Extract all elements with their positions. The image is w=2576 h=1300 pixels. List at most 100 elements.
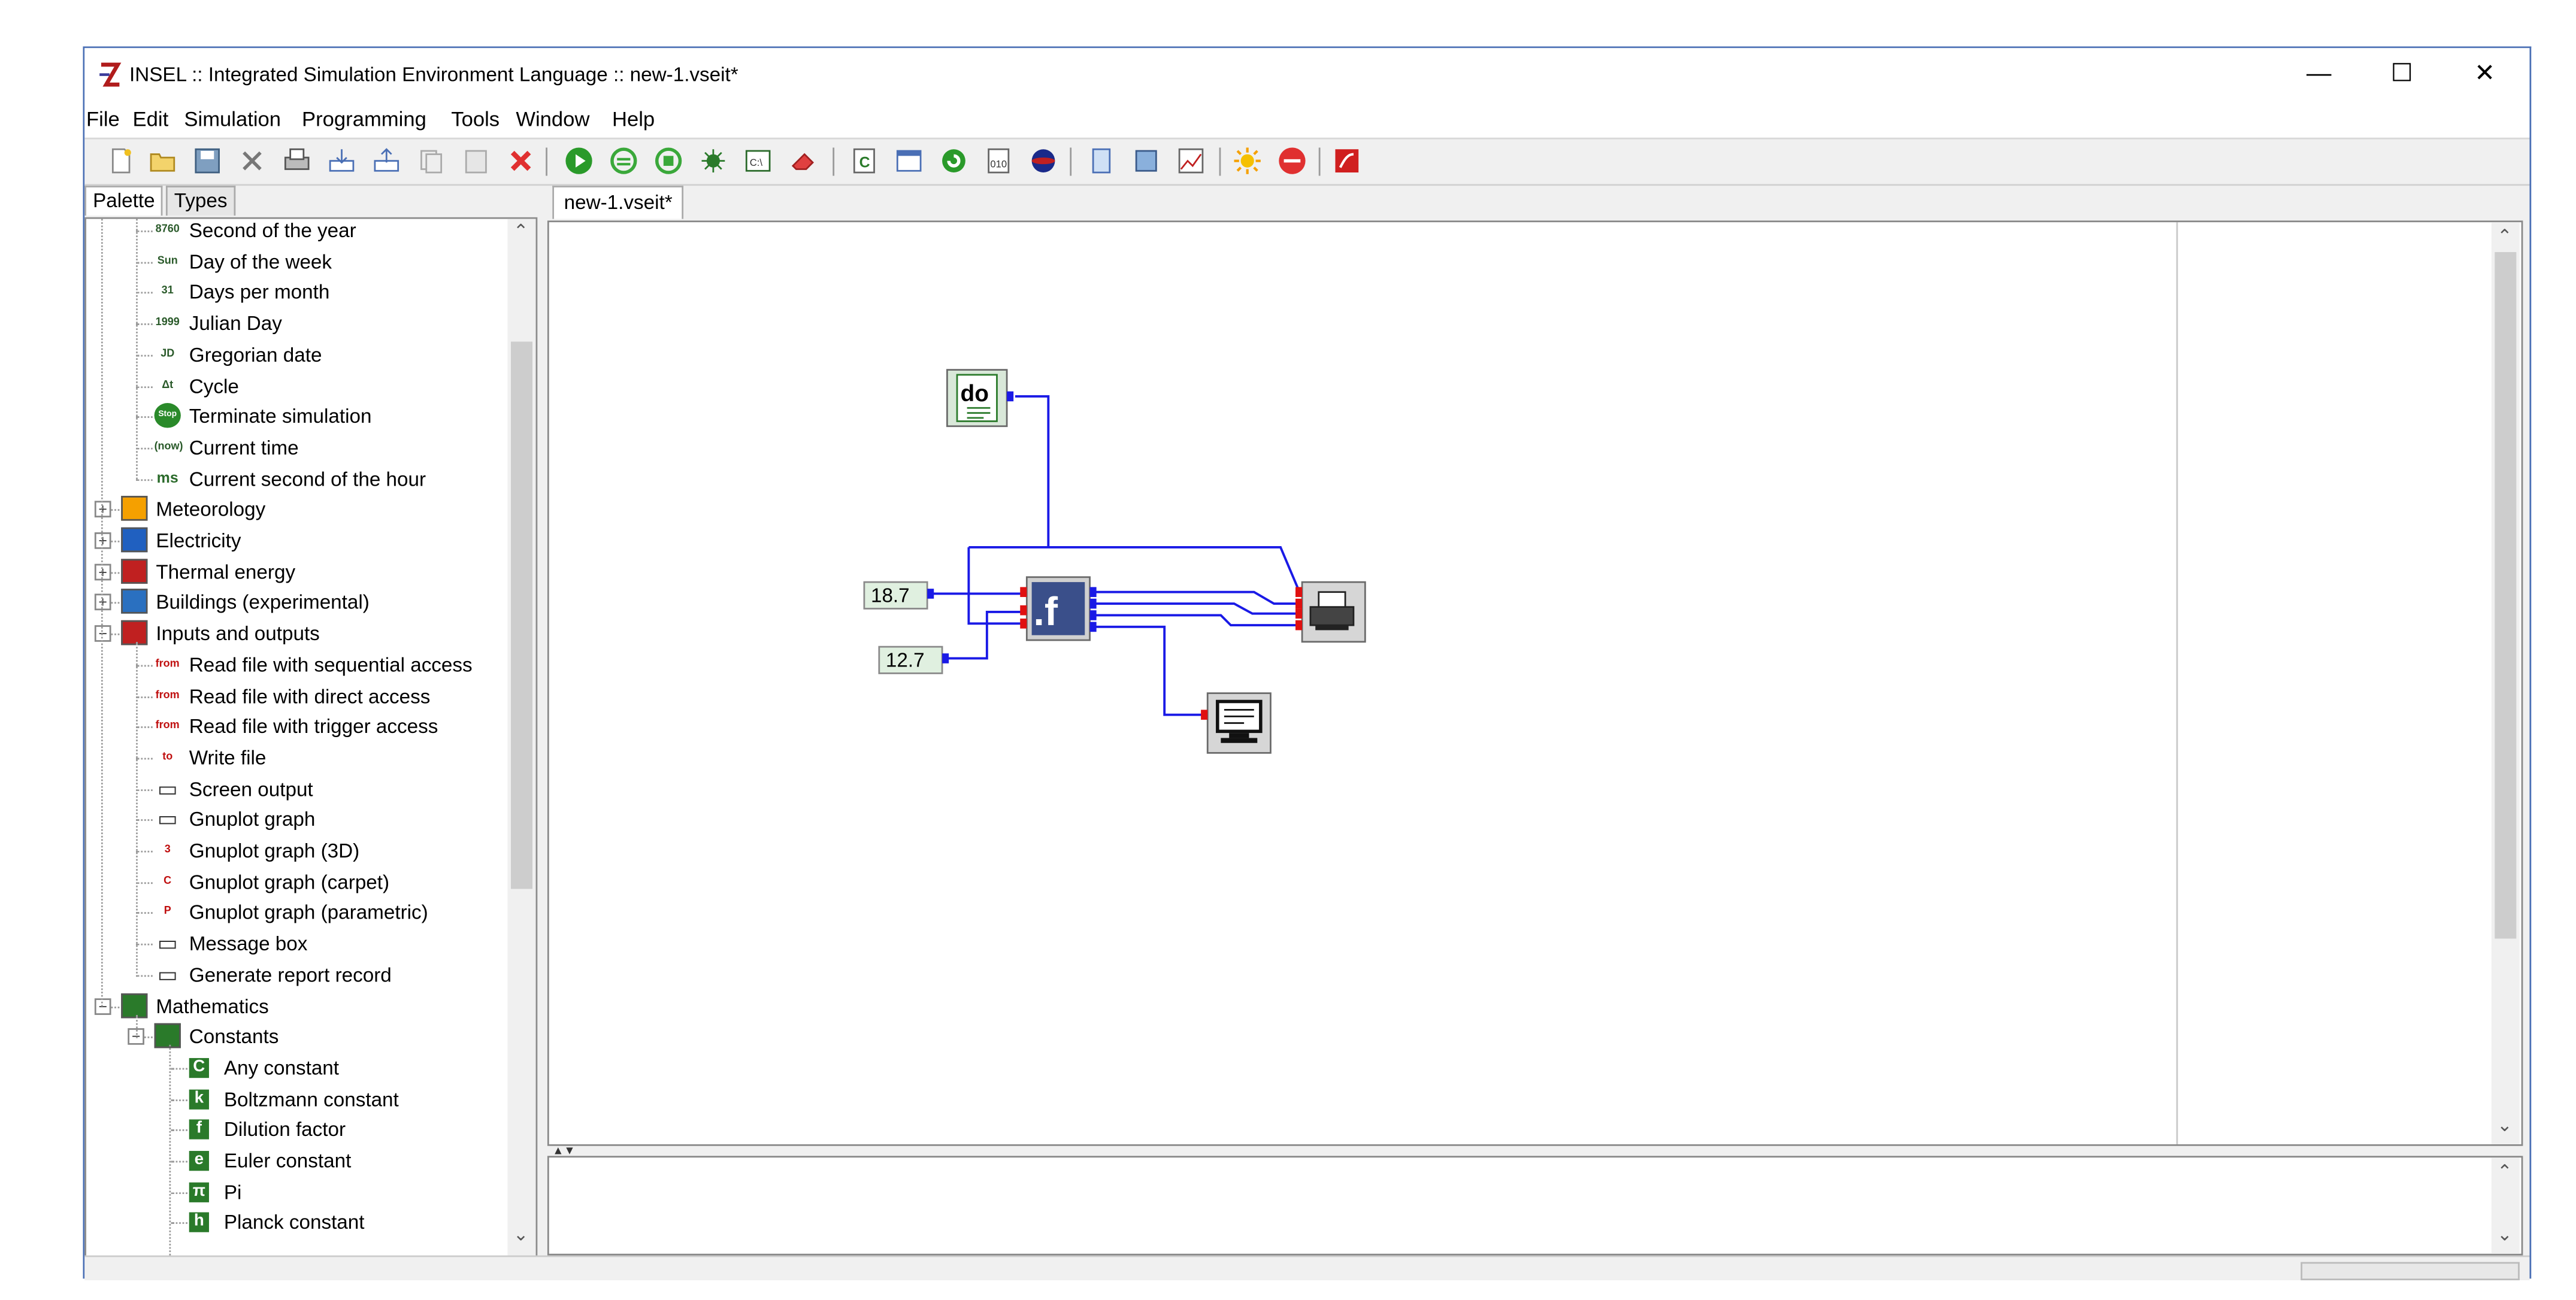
export-icon[interactable]	[371, 146, 401, 176]
tree-item[interactable]: to Write file	[86, 743, 507, 772]
tree-scrollbar[interactable]: ⌃ ⌄	[507, 219, 536, 1256]
function-output-port-4[interactable]	[1089, 622, 1097, 632]
tree-item[interactable]: + Buildings (experimental)	[86, 587, 507, 617]
gnuplot-input-port-2[interactable]	[1295, 598, 1303, 609]
do-block[interactable]: do	[946, 369, 1014, 428]
console-icon[interactable]: C:\	[743, 146, 773, 176]
run-icon[interactable]	[564, 146, 594, 176]
tree-item[interactable]: ▭ Message box	[86, 929, 507, 959]
tree-item[interactable]: + Electricity	[86, 526, 507, 556]
close-file-icon[interactable]	[237, 146, 267, 176]
save-icon[interactable]	[192, 146, 222, 176]
tree-item[interactable]: 3 Gnuplot graph (3D)	[86, 836, 507, 866]
canvas-scrollbar[interactable]: ⌃ ⌄	[2491, 222, 2520, 1144]
tree-item[interactable]: + Thermal energy	[86, 557, 507, 587]
menu-edit[interactable]: Edit	[133, 108, 169, 131]
pause-icon[interactable]	[609, 146, 638, 176]
tree-item[interactable]: h Planck constant	[86, 1208, 507, 1238]
maximize-button[interactable]: ☐	[2364, 54, 2440, 94]
gnuplot-input-port-1[interactable]	[1295, 587, 1303, 598]
copy-icon[interactable]	[416, 146, 446, 176]
stop-icon[interactable]	[653, 146, 683, 176]
console-scroll-down-icon[interactable]: ⌄	[2492, 1224, 2518, 1246]
menu-tools[interactable]: Tools	[451, 108, 500, 131]
tab-types[interactable]: Types	[165, 186, 236, 216]
tree-item[interactable]: e Euler constant	[86, 1146, 507, 1176]
refresh-icon[interactable]	[939, 146, 969, 176]
function-output-port-1[interactable]	[1089, 587, 1097, 598]
close-button[interactable]: ✕	[2447, 54, 2523, 94]
function-input-port-2[interactable]	[1020, 605, 1027, 616]
diagram-canvas[interactable]: ⌃ ⌄ do 18.7 12.7 .f	[547, 220, 2523, 1146]
menu-programming[interactable]: Programming	[302, 108, 426, 131]
tree-item[interactable]: ▭ Gnuplot graph	[86, 805, 507, 835]
function-output-port-2[interactable]	[1089, 598, 1097, 609]
tree-item[interactable]: Δt Cycle	[86, 371, 507, 401]
paste-icon[interactable]	[461, 146, 491, 176]
output-console[interactable]: ⌃ ⌄	[547, 1156, 2523, 1256]
canvas-scroll-down-icon[interactable]: ⌄	[2492, 1114, 2518, 1136]
eraser-icon[interactable]	[788, 146, 818, 176]
scroll-down-icon[interactable]: ⌄	[507, 1224, 534, 1246]
tree-item[interactable]: 31 Days per month	[86, 278, 507, 308]
compile-icon[interactable]: C	[849, 146, 879, 176]
const2-output-port[interactable]	[942, 653, 949, 663]
debug-icon[interactable]	[698, 146, 728, 176]
binary-file-icon[interactable]: 010	[983, 146, 1013, 176]
console-scroll-up-icon[interactable]: ⌃	[2492, 1161, 2518, 1182]
tree-item[interactable]: JD Gregorian date	[86, 340, 507, 369]
tree-item[interactable]: from Read file with trigger access	[86, 712, 507, 742]
canvas-scroll-thumb[interactable]	[2495, 251, 2517, 939]
constant-block-18-7[interactable]: 18.7	[863, 581, 934, 610]
sphere-icon[interactable]	[1028, 146, 1058, 176]
tree-item[interactable]: − Inputs and outputs	[86, 619, 507, 649]
gnuplot-input-port-4[interactable]	[1295, 620, 1303, 631]
tree-item[interactable]: Stop Terminate simulation	[86, 402, 507, 432]
tree-item[interactable]: from Read file with direct access	[86, 681, 507, 711]
chart-icon[interactable]	[1176, 146, 1206, 176]
import-icon[interactable]	[327, 146, 357, 176]
tree-item[interactable]: + Meteorology	[86, 495, 507, 525]
new-file-icon[interactable]	[106, 146, 136, 176]
tab-new-1-vseit[interactable]: new-1.vseit*	[552, 186, 685, 219]
tree-item[interactable]: P Gnuplot graph (parametric)	[86, 898, 507, 928]
menu-simulation[interactable]: Simulation	[184, 108, 281, 131]
const1-output-port[interactable]	[927, 589, 934, 599]
tree-item[interactable]: − Mathematics	[86, 991, 507, 1021]
function-input-port-1[interactable]	[1020, 587, 1027, 598]
gnuplot-block[interactable]	[1295, 581, 1366, 643]
tree-item[interactable]: − Constants	[86, 1022, 507, 1052]
pdf-icon[interactable]	[1332, 146, 1362, 176]
gnuplot-input-port-3[interactable]	[1295, 608, 1303, 619]
screen-input-port[interactable]	[1201, 710, 1208, 720]
delete-icon[interactable]	[506, 146, 536, 176]
sun-icon[interactable]	[1233, 146, 1263, 176]
book-icon[interactable]	[1131, 146, 1161, 176]
gnuplot-app-icon[interactable]	[1278, 146, 1307, 176]
function-output-port-3[interactable]	[1089, 610, 1097, 620]
console-scrollbar[interactable]: ⌃ ⌄	[2491, 1157, 2520, 1254]
tree-item[interactable]: from Read file with sequential access	[86, 650, 507, 680]
tree-item[interactable]: k Boltzmann constant	[86, 1084, 507, 1114]
tree-item[interactable]: f Dilution factor	[86, 1115, 507, 1145]
tree-item[interactable]: 1999 Julian Day	[86, 308, 507, 338]
tree-item[interactable]: Sun Day of the week	[86, 247, 507, 277]
scroll-up-icon[interactable]: ⌃	[507, 220, 534, 242]
menu-file[interactable]: File	[86, 108, 120, 131]
calendar-icon[interactable]	[894, 146, 924, 176]
screen-output-block[interactable]	[1201, 692, 1272, 754]
minimize-button[interactable]: —	[2281, 54, 2357, 94]
tree-scroll-thumb[interactable]	[511, 341, 533, 889]
do-output-port[interactable]	[1007, 391, 1014, 402]
tree-item[interactable]: ms Current second of the hour	[86, 463, 507, 493]
open-folder-icon[interactable]	[147, 146, 177, 176]
menu-window[interactable]: Window	[516, 108, 589, 131]
tree-item[interactable]: ▭ Screen output	[86, 774, 507, 804]
tree-item[interactable]: π Pi	[86, 1177, 507, 1207]
tree-item[interactable]: C Any constant	[86, 1053, 507, 1083]
function-input-port-3[interactable]	[1020, 619, 1027, 629]
constant-block-12-7[interactable]: 12.7	[878, 646, 949, 674]
tab-palette[interactable]: Palette	[84, 186, 164, 216]
menu-help[interactable]: Help	[612, 108, 655, 131]
function-block[interactable]: .f	[1020, 576, 1097, 641]
